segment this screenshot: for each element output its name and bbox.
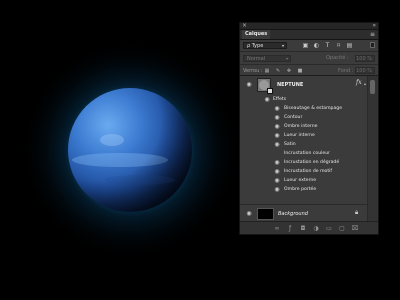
effects-visibility-eye-icon[interactable]: ◉ <box>263 97 271 103</box>
effect-eye-icon[interactable]: ◉ <box>273 178 281 184</box>
layer-name[interactable]: Background <box>278 211 308 217</box>
panel-tabbar: Calques ≡ <box>240 30 378 40</box>
effect-row[interactable]: ◉ Incrustation en dégradé <box>240 158 368 167</box>
blend-row: Normal ▾ Opacité : 100 % <box>240 51 378 64</box>
new-adjustment-icon[interactable]: ◑ <box>312 225 320 232</box>
blend-mode-select[interactable]: Normal ▾ <box>243 55 291 62</box>
effect-row[interactable]: ◉ Ombre portée <box>240 185 368 194</box>
fx-icon[interactable]: fx <box>356 80 362 86</box>
effect-row[interactable]: ◉ Satin <box>240 140 368 149</box>
lock-transparency-icon[interactable]: ▦ <box>264 68 270 74</box>
lock-row: Verrou : ▦ ✎ ✥ ■ Fond : 100 % <box>240 64 378 76</box>
effect-eye-icon[interactable]: ◉ <box>273 169 281 175</box>
filter-toggle[interactable] <box>370 42 375 48</box>
lock-label: Verrou : <box>243 68 263 74</box>
effect-eye-icon[interactable]: ◉ <box>273 187 281 193</box>
layers-panel: × » Calques ≡ ρ Type ▾ ▣ ◐ T ⌑ ▤ Normal … <box>239 22 379 235</box>
filter-kind-select[interactable]: ρ Type ▾ <box>243 42 287 49</box>
add-mask-icon[interactable]: ◘ <box>299 225 307 232</box>
link-layers-icon[interactable]: ∞ <box>273 225 281 232</box>
effects-group-label: Effets <box>273 97 287 102</box>
new-group-icon[interactable]: ▭ <box>325 225 333 232</box>
opacity-field[interactable]: 100 % <box>355 55 375 62</box>
panel-footer: ∞ ƒ ◘ ◑ ▭ ▢ ⌧ <box>240 221 378 234</box>
panel-menu-icon[interactable]: ≡ <box>370 30 375 39</box>
effect-eye-icon[interactable]: ◉ <box>273 142 281 148</box>
chevron-down-icon: ▾ <box>281 43 284 48</box>
filter-kind-label: Type <box>251 43 264 49</box>
panel-title-strip[interactable]: × » <box>240 22 378 30</box>
visibility-eye-icon[interactable]: ◉ <box>245 82 253 88</box>
effect-label: Contour <box>284 115 303 120</box>
effect-row[interactable]: ◉ Ombre interne <box>240 122 368 131</box>
image-filter-icon[interactable]: ▣ <box>302 42 309 49</box>
layers-list: ◉ NEPTUNE fx ▴ ◉ Effets ◉ Biseautage & e… <box>240 76 368 222</box>
lock-pixels-icon[interactable]: ✎ <box>275 68 281 74</box>
effect-eye-icon[interactable]: ◉ <box>273 133 281 139</box>
new-layer-icon[interactable]: ▢ <box>338 225 346 232</box>
lock-all-icon[interactable]: ■ <box>297 68 303 74</box>
delete-layer-icon[interactable]: ⌧ <box>351 225 359 232</box>
effect-label: Ombre portée <box>284 187 317 192</box>
layers-scrollbar[interactable] <box>367 76 378 222</box>
effect-eye-icon[interactable]: ◉ <box>273 160 281 166</box>
collapse-panel-icon[interactable]: » <box>372 22 376 29</box>
search-icon: ρ <box>247 43 251 49</box>
layer-thumbnail <box>257 208 274 220</box>
effect-row[interactable]: ◉ Lueur interne <box>240 131 368 140</box>
effects-group-row[interactable]: ◉ Effets <box>240 95 368 104</box>
add-style-icon[interactable]: ƒ <box>286 225 294 232</box>
adjustment-filter-icon[interactable]: ◐ <box>313 42 320 49</box>
effect-eye-icon[interactable]: ◉ <box>273 124 281 130</box>
effect-row[interactable]: ◉ Lueur externe <box>240 176 368 185</box>
effect-eye-icon[interactable]: ◉ <box>273 106 281 112</box>
close-panel-icon[interactable]: × <box>242 22 247 29</box>
effect-label: Incrustation de motif <box>284 169 333 174</box>
smart-object-filter-icon[interactable]: ▤ <box>346 42 353 49</box>
layer-row-neptune[interactable]: ◉ NEPTUNE fx ▴ <box>240 76 368 94</box>
fill-field[interactable]: 100 % <box>355 67 375 74</box>
effect-row[interactable]: ◉ Incrustation de motif <box>240 167 368 176</box>
lock-position-icon[interactable]: ✥ <box>286 68 292 74</box>
effect-label: Incrustation couleur <box>284 151 331 156</box>
chevron-down-icon: ▾ <box>285 56 288 61</box>
effect-row[interactable]: Incrustation couleur <box>240 149 368 158</box>
filter-row: ρ Type ▾ ▣ ◐ T ⌑ ▤ <box>240 40 378 51</box>
effects-collapse-icon[interactable]: ▴ <box>364 81 366 86</box>
blend-mode-label: Normal <box>247 56 266 62</box>
effect-label: Incrustation en dégradé <box>284 160 340 165</box>
layer-name[interactable]: NEPTUNE <box>277 82 303 88</box>
effect-label: Ombre interne <box>284 124 318 129</box>
effect-eye-icon[interactable]: ◉ <box>273 115 281 121</box>
smart-object-badge-icon <box>267 88 273 94</box>
lock-icon: 🔒︎ <box>355 209 359 216</box>
effect-row[interactable]: ◉ Contour <box>240 113 368 122</box>
effect-label: Lueur interne <box>284 133 315 138</box>
scrollbar-thumb[interactable] <box>370 80 375 94</box>
effect-label: Lueur externe <box>284 178 317 183</box>
tab-layers[interactable]: Calques <box>242 30 271 39</box>
effect-label: Biseautage & estampage <box>284 106 343 111</box>
effect-row[interactable]: ◉ Biseautage & estampage <box>240 104 368 113</box>
fill-label: Fond : <box>338 68 354 74</box>
effect-label: Satin <box>284 142 296 147</box>
layer-row-background[interactable]: ◉ Background 🔒︎ <box>240 204 368 222</box>
visibility-eye-icon[interactable]: ◉ <box>245 211 253 217</box>
opacity-label: Opacité : <box>326 55 349 61</box>
shape-filter-icon[interactable]: ⌑ <box>335 42 342 49</box>
text-filter-icon[interactable]: T <box>324 42 331 49</box>
